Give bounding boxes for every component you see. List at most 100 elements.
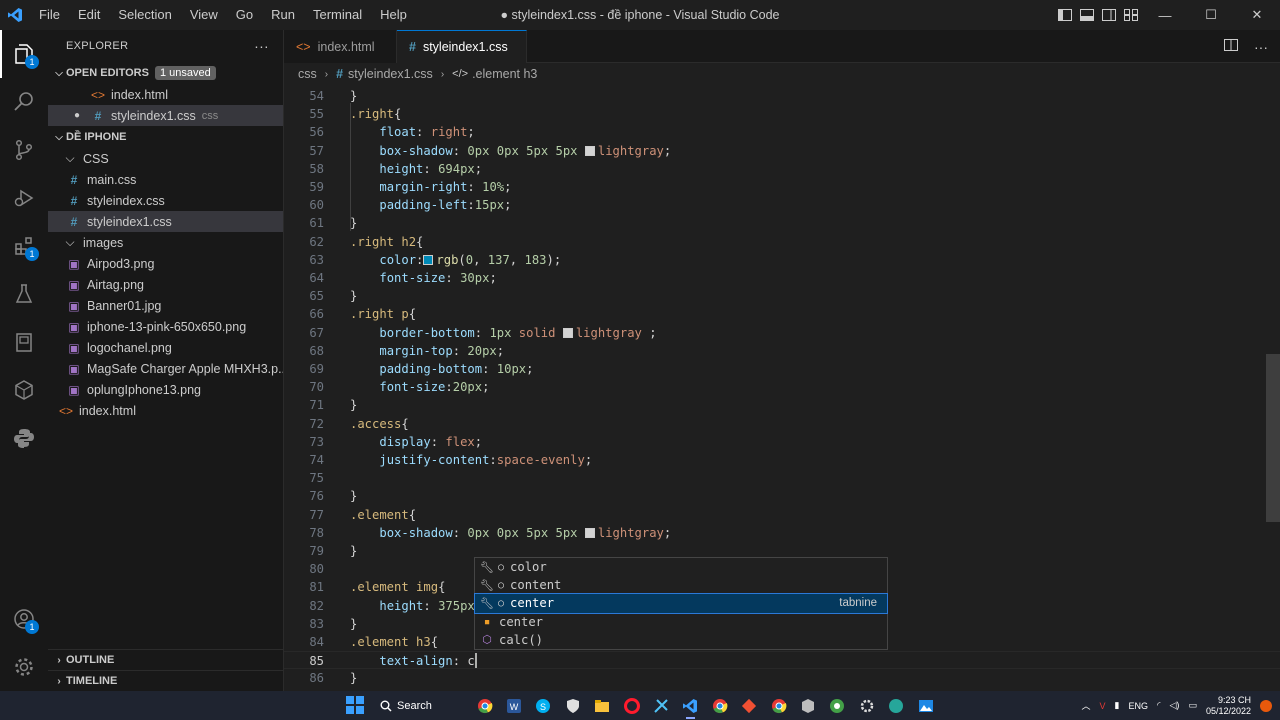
menu-file[interactable]: File [30,0,69,30]
remote-explorer-icon[interactable] [0,318,48,366]
color-swatch[interactable] [584,145,595,156]
more-actions-icon[interactable]: ··· [254,38,269,54]
file-explorer-icon[interactable] [588,691,617,720]
maximize-button[interactable]: ☐ [1188,0,1234,30]
menu-terminal[interactable]: Terminal [304,0,371,30]
app-tray-icon[interactable]: ▮ [1115,700,1120,711]
file-item[interactable]: ▣ MagSafe Charger Apple MHXH3.p... [48,358,283,379]
toggle-primary-sidebar-icon[interactable] [1054,0,1076,30]
file-item[interactable]: # main.css [48,169,283,190]
clock[interactable]: 9:23 CH 05/12/2022 [1206,695,1251,717]
timeline-section[interactable]: › TIMELINE [48,670,284,691]
symbol-icon: </> [452,68,469,80]
folder-images[interactable]: ⌵ images [48,232,283,253]
unsaved-dot-icon[interactable]: ● [72,110,82,121]
open-editor-item[interactable]: ● # styleindex1.css css [48,105,283,126]
wifi-icon[interactable]: ◜ [1157,700,1161,711]
menu-go[interactable]: Go [227,0,262,30]
breadcrumb-item[interactable]: .element h3 [472,67,537,81]
taskbar-search[interactable]: Search [380,691,432,720]
file-item[interactable]: ▣ Banner01.jpg [48,295,283,316]
html-file-icon: <> [58,403,73,418]
vscode-logo-icon[interactable] [0,0,30,30]
code-line: 63 color: rgb(0, 137, 183); [284,251,1280,269]
antivirus-icon[interactable]: V [1100,701,1106,711]
vscode-taskbar-icon[interactable] [676,691,705,720]
run-debug-icon[interactable] [0,174,48,222]
testing-icon[interactable] [0,270,48,318]
notification-icon[interactable] [1260,699,1272,712]
explorer-icon[interactable]: 1 [0,30,48,78]
skype-icon[interactable]: S [529,691,558,720]
suggest-detail: tabnine [839,597,877,610]
color-swatch[interactable] [584,527,595,538]
vertical-scrollbar[interactable] [1266,354,1280,522]
workspace-section[interactable]: ⌵ DỀ IPHONE [48,126,283,148]
file-item[interactable]: # styleindex.css [48,190,283,211]
source-control-icon[interactable] [0,126,48,174]
file-item[interactable]: ▣ oplungIphone13.png [48,379,283,400]
tab-index-html[interactable]: <> index.html [284,30,397,63]
chevron-up-icon[interactable]: ︿ [1082,699,1091,712]
menu-help[interactable]: Help [371,0,416,30]
tab-label: styleindex1.css [422,40,508,54]
messenger-icon[interactable] [881,691,910,720]
settings-icon[interactable] [852,691,881,720]
chrome-profile-icon[interactable] [705,691,734,720]
workspace-label: DỀ IPHONE [66,131,127,143]
suggest-item[interactable]: 🔧︎ ○ content [475,576,887,594]
opera-icon[interactable] [617,691,646,720]
file-item[interactable]: ▣ Airpod3.png [48,253,283,274]
file-item[interactable]: <> index.html [48,400,283,421]
python-icon[interactable] [0,414,48,462]
language-indicator[interactable]: ENG [1129,701,1149,711]
menu-selection[interactable]: Selection [109,0,180,30]
photos-icon[interactable] [911,691,940,720]
file-item[interactable]: ▣ iphone-13-pink-650x650.png [48,316,283,337]
line-number: 85 [309,654,324,669]
file-item[interactable]: # styleindex1.css [48,211,283,232]
docker-icon[interactable] [0,366,48,414]
minimize-button[interactable]: — [1142,0,1188,30]
windows-start-icon[interactable] [346,696,364,714]
file-item[interactable]: ▣ logochanel.png [48,337,283,358]
shield-icon[interactable] [558,691,587,720]
suggest-item[interactable]: ⬡ calc() [475,631,887,649]
snipping-tool-icon[interactable] [646,691,675,720]
extensions-icon[interactable]: 1 [0,222,48,270]
accounts-icon[interactable]: 1 [0,595,48,643]
split-editor-icon[interactable] [1224,39,1238,54]
color-swatch[interactable] [562,327,573,338]
open-editor-item[interactable]: <> index.html [48,84,283,105]
menu-view[interactable]: View [181,0,227,30]
chrome-canary-icon[interactable] [823,691,852,720]
line-number: 78 [309,525,324,540]
suggest-item[interactable]: 🔧︎ ○ color [475,558,887,576]
suggest-item-focused[interactable]: 🔧︎ ○ center tabnine [474,593,888,614]
search-icon[interactable] [0,78,48,126]
git-icon[interactable] [735,691,764,720]
outline-section[interactable]: › OUTLINE [48,649,284,670]
suggest-item[interactable]: ▪ center [475,613,887,631]
manage-gear-icon[interactable] [0,643,48,691]
word-icon[interactable]: W [499,691,528,720]
menu-run[interactable]: Run [262,0,304,30]
open-editors-section[interactable]: ⌵ OPEN EDITORS 1 unsaved [48,62,283,84]
chrome-icon[interactable] [470,691,499,720]
menu-edit[interactable]: Edit [69,0,109,30]
toggle-panel-icon[interactable] [1076,0,1098,30]
folder-css[interactable]: ⌵ CSS [48,148,283,169]
chrome-alt-icon[interactable] [764,691,793,720]
customize-layout-icon[interactable] [1120,0,1142,30]
more-actions-icon[interactable]: ··· [1254,39,1268,55]
breadcrumb-item[interactable]: styleindex1.css [348,67,433,81]
volume-icon[interactable]: ◁) [1170,700,1180,711]
close-button[interactable]: ✕ [1234,0,1280,30]
file-item[interactable]: ▣ Airtag.png [48,274,283,295]
toggle-secondary-sidebar-icon[interactable] [1098,0,1120,30]
tab-styleindex1-css[interactable]: # styleindex1.css [397,30,527,63]
breadcrumb-item[interactable]: css [298,67,317,81]
battery-icon[interactable]: ▭ [1188,700,1197,711]
cube-app-icon[interactable] [793,691,822,720]
color-swatch[interactable] [423,254,434,265]
